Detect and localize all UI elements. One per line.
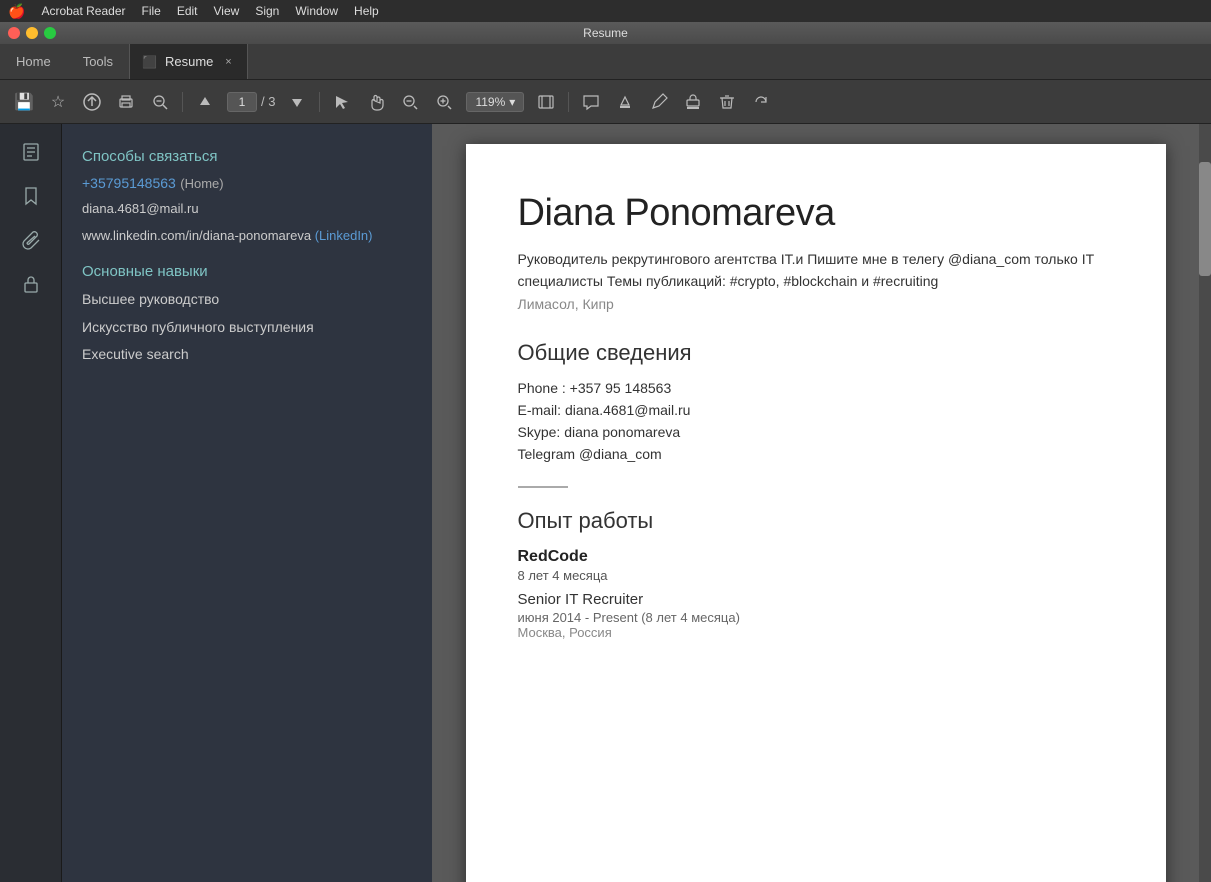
contact-section-title: Способы связаться	[82, 148, 412, 165]
toolbar: 💾 ☆ / 3 119% ▾	[0, 80, 1211, 124]
sidebar-phone: +35795148563	[82, 175, 176, 191]
resume-phone-line: Phone : +357 95 148563	[518, 380, 1114, 396]
left-icon-sidebar	[0, 124, 62, 882]
pdf-icon: ⬛	[142, 55, 157, 69]
main-area: Способы связаться +35795148563 (Home) di…	[0, 124, 1211, 882]
page-number-input[interactable]	[227, 92, 257, 112]
tab-document-label: Resume	[165, 54, 213, 69]
vertical-scrollbar[interactable]	[1199, 124, 1211, 882]
menu-file[interactable]: File	[141, 4, 160, 18]
highlight-button[interactable]	[613, 90, 637, 114]
menu-bar: 🍎 Acrobat Reader File Edit View Sign Win…	[0, 0, 1211, 22]
comment-button[interactable]	[579, 90, 603, 114]
work-company: RedCode	[518, 548, 1114, 566]
work-duration: 8 лет 4 месяца	[518, 568, 1114, 583]
tab-document[interactable]: ⬛ Resume ×	[129, 44, 248, 79]
work-dates: июня 2014 - Present (8 лет 4 месяца)	[518, 610, 1114, 625]
window-controls	[8, 27, 56, 39]
general-info-heading: Общие сведения	[518, 340, 1114, 366]
stamp-button[interactable]	[681, 90, 705, 114]
bookmarks-panel-button[interactable]	[9, 176, 53, 216]
fit-page-button[interactable]	[534, 90, 558, 114]
resume-subtitle: Руководитель рекрутингового агентства IT…	[518, 249, 1114, 292]
maximize-button[interactable]	[44, 27, 56, 39]
cursor-tool-button[interactable]	[330, 90, 354, 114]
sidebar-email: diana.4681@mail.ru	[82, 201, 412, 216]
pdf-content-area[interactable]: Diana Ponomareva Руководитель рекрутинго…	[432, 124, 1199, 882]
save-button[interactable]: 💾	[12, 90, 36, 114]
zoom-level-selector[interactable]: 119% ▾	[466, 92, 524, 112]
bookmark-button[interactable]: ☆	[46, 90, 70, 114]
apple-menu[interactable]: 🍎	[8, 3, 25, 20]
security-panel-button[interactable]	[9, 264, 53, 304]
page-total: / 3	[261, 94, 275, 109]
next-page-button[interactable]	[285, 90, 309, 114]
resume-skype-line: Skype: diana ponomareva	[518, 424, 1114, 440]
toolbar-separator	[182, 92, 183, 112]
work-city: Москва, Россия	[518, 625, 1114, 640]
zoom-dropdown-icon: ▾	[509, 95, 515, 109]
resume-telegram-line: Telegram @diana_com	[518, 446, 1114, 462]
linkedin-url[interactable]: www.linkedin.com/in/diana-ponomareva	[82, 228, 311, 243]
zoom-fit-button[interactable]	[148, 90, 172, 114]
scrollbar-thumb[interactable]	[1199, 162, 1211, 276]
sidebar-linkedin: www.linkedin.com/in/diana-ponomareva (Li…	[82, 228, 412, 243]
menu-help[interactable]: Help	[354, 4, 379, 18]
page-nav: / 3	[227, 92, 275, 112]
prev-page-button[interactable]	[193, 90, 217, 114]
pdf-page: Diana Ponomareva Руководитель рекрутинго…	[466, 144, 1166, 882]
attachments-panel-button[interactable]	[9, 220, 53, 260]
window-title: Resume	[583, 26, 628, 40]
title-bar: Resume	[0, 22, 1211, 44]
skill-item-2: Искусство публичного выступления	[82, 318, 412, 338]
menu-window[interactable]: Window	[295, 4, 338, 18]
tab-close-button[interactable]: ×	[221, 55, 235, 69]
print-button[interactable]	[114, 90, 138, 114]
experience-heading: Опыт работы	[518, 508, 1114, 534]
section-divider	[518, 486, 568, 488]
menu-edit[interactable]: Edit	[177, 4, 198, 18]
zoom-level-value: 119%	[475, 95, 505, 109]
resume-email-line: E-mail: diana.4681@mail.ru	[518, 402, 1114, 418]
tab-home[interactable]: Home	[0, 44, 67, 79]
menu-acrobat[interactable]: Acrobat Reader	[41, 4, 125, 18]
close-button[interactable]	[8, 27, 20, 39]
work-title: Senior IT Recruiter	[518, 591, 1114, 608]
phone-container: +35795148563 (Home)	[82, 175, 412, 193]
tab-bar: Home Tools ⬛ Resume ×	[0, 44, 1211, 80]
toolbar-separator-2	[319, 92, 320, 112]
resume-location: Лимасол, Кипр	[518, 296, 1114, 312]
rotate-button[interactable]	[749, 90, 773, 114]
linkedin-label: (LinkedIn)	[315, 228, 373, 243]
skill-item-3: Executive search	[82, 345, 412, 365]
minimize-button[interactable]	[26, 27, 38, 39]
menu-sign[interactable]: Sign	[255, 4, 279, 18]
pages-panel-button[interactable]	[9, 132, 53, 172]
toolbar-separator-3	[568, 92, 569, 112]
phone-label: (Home)	[180, 176, 223, 191]
pdf-sidebar: Способы связаться +35795148563 (Home) di…	[62, 124, 432, 882]
upload-button[interactable]	[80, 90, 104, 114]
hand-tool-button[interactable]	[364, 90, 388, 114]
menu-view[interactable]: View	[214, 4, 240, 18]
zoom-out-button[interactable]	[398, 90, 422, 114]
draw-button[interactable]	[647, 90, 671, 114]
tab-tools[interactable]: Tools	[67, 44, 129, 79]
resume-name: Diana Ponomareva	[518, 192, 1114, 235]
delete-button[interactable]	[715, 90, 739, 114]
skills-section-title: Основные навыки	[82, 263, 412, 280]
zoom-in-button[interactable]	[432, 90, 456, 114]
skill-item-1: Высшее руководство	[82, 290, 412, 310]
